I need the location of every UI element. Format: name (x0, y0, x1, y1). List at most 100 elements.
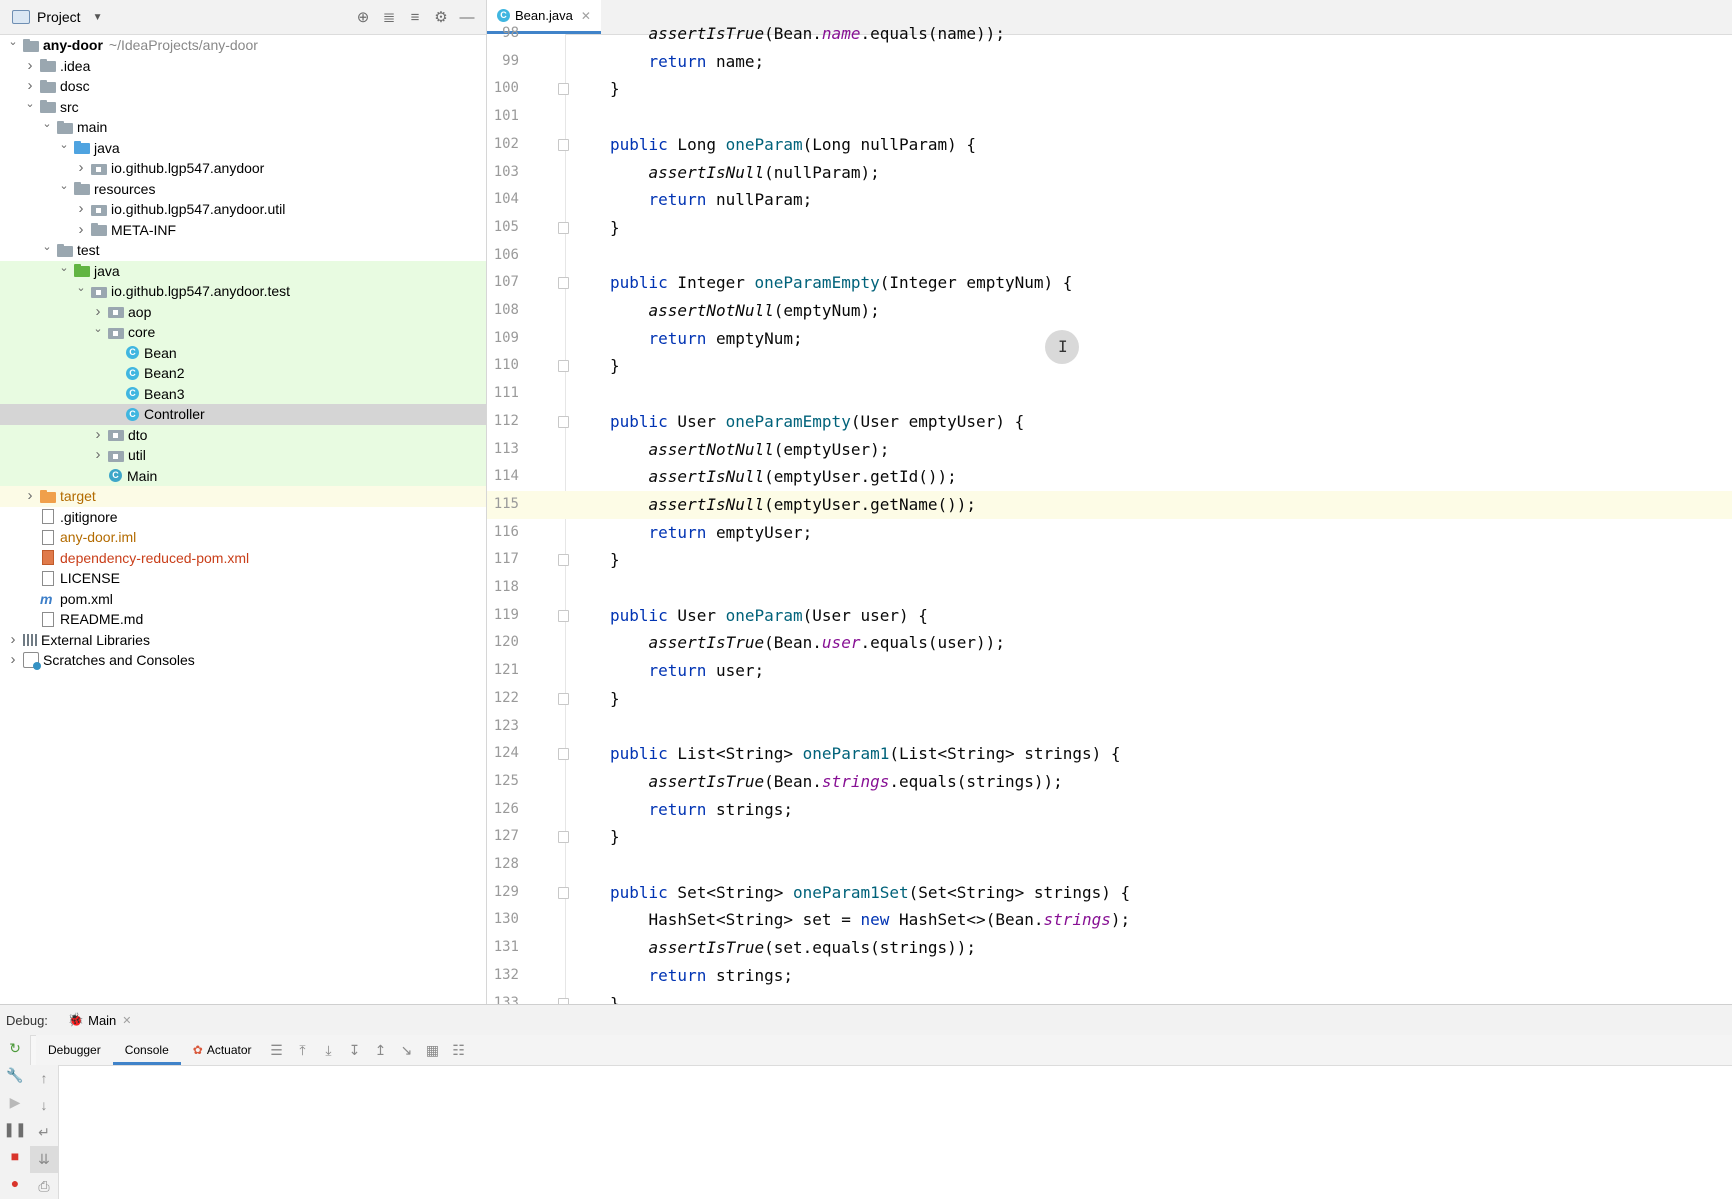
tree-item[interactable]: › External Libraries (0, 630, 486, 651)
close-icon[interactable]: ✕ (122, 1014, 131, 1027)
code-line[interactable]: 108 assertNotNull(emptyNum); (487, 297, 1732, 325)
code-line[interactable]: 131 assertIsTrue(set.equals(strings)); (487, 934, 1732, 962)
code-line[interactable]: 101 (487, 103, 1732, 131)
step-out-icon[interactable]: ↥ (368, 1042, 394, 1059)
fold-marker-icon[interactable] (558, 138, 569, 151)
fold-marker-icon[interactable] (558, 415, 569, 428)
code-line[interactable]: 102 public Long oneParam(Long nullParam) … (487, 131, 1732, 159)
code-line[interactable]: 109 return emptyNum; (487, 325, 1732, 353)
chevron-down-icon[interactable]: ⌄ (23, 94, 37, 115)
code-line[interactable]: 110} (487, 352, 1732, 380)
code-line[interactable]: 98 assertIsTrue(Bean.name.equals(name)); (487, 20, 1732, 48)
fold-marker-icon[interactable] (558, 221, 569, 234)
code-line[interactable]: 122} (487, 685, 1732, 713)
code-line[interactable]: 123 (487, 713, 1732, 741)
tree-item[interactable]: any-door.iml (0, 527, 486, 548)
run-to-cursor-icon[interactable]: ↘ (394, 1042, 420, 1059)
tree-item[interactable]: m pom.xml (0, 589, 486, 610)
code-line[interactable]: 120 assertIsTrue(Bean.user.equals(user))… (487, 629, 1732, 657)
fold-marker-icon[interactable] (558, 554, 569, 567)
code-line[interactable]: 118 (487, 574, 1732, 602)
tree-item[interactable]: › dosc (0, 76, 486, 97)
step-into-icon[interactable]: ↧ (342, 1042, 368, 1059)
evaluate-expression-icon[interactable]: ▦ (420, 1042, 446, 1059)
tree-item[interactable]: ⌄ io.github.lgp547.anydoor.test (0, 281, 486, 302)
tree-item[interactable]: › io.github.lgp547.anydoor (0, 158, 486, 179)
tree-item[interactable]: › target (0, 486, 486, 507)
chevron-down-icon[interactable]: ⌄ (57, 176, 71, 197)
tree-item[interactable]: ⌄ core (0, 322, 486, 343)
chevron-right-icon[interactable]: › (23, 486, 37, 507)
chevron-down-icon[interactable]: ⌄ (57, 135, 71, 156)
breakpoints-icon[interactable]: ● (0, 1170, 30, 1197)
project-view-selector[interactable]: Project ▼ (12, 9, 102, 25)
menu-icon[interactable]: ☰ (264, 1042, 290, 1059)
code-line[interactable]: 126 return strings; (487, 796, 1732, 824)
code-line[interactable]: 125 assertIsTrue(Bean.strings.equals(str… (487, 768, 1732, 796)
code-line[interactable]: 105} (487, 214, 1732, 242)
code-line[interactable]: 115 assertIsNull(emptyUser.getName()); (487, 490, 1732, 519)
scroll-to-end-icon[interactable]: ⇊ (30, 1146, 58, 1173)
fold-marker-icon[interactable] (558, 748, 569, 761)
fold-marker-icon[interactable] (558, 692, 569, 705)
code-line[interactable]: 116 return emptyUser; (487, 519, 1732, 547)
code-line[interactable]: 114 assertIsNull(emptyUser.getId()); (487, 463, 1732, 491)
code-line[interactable]: 132 return strings; (487, 962, 1732, 990)
tree-item[interactable]: ⌄ main (0, 117, 486, 138)
code-area[interactable]: 98 assertIsTrue(Bean.name.equals(name));… (487, 24, 1732, 1004)
tree-item[interactable]: README.md (0, 609, 486, 630)
code-line[interactable]: 119 public User oneParam(User user) { (487, 602, 1732, 630)
tree-item[interactable]: C Bean2 (0, 363, 486, 384)
tree-item[interactable]: › aop (0, 301, 486, 322)
fold-marker-icon[interactable] (558, 83, 569, 96)
fold-marker-icon[interactable] (558, 831, 569, 844)
up-arrow-icon[interactable]: ↑ (30, 1065, 58, 1092)
tree-item[interactable]: ⌄ java (0, 258, 486, 281)
tree-item[interactable]: › META-INF (0, 220, 486, 241)
tree-item[interactable]: › .idea (0, 56, 486, 77)
tree-item[interactable]: ⌄ resources (0, 179, 486, 200)
print-icon[interactable]: ⎙ (30, 1173, 58, 1200)
tab-actuator[interactable]: ✿ Actuator (181, 1035, 264, 1065)
rerun-icon[interactable]: ↻ (0, 1035, 30, 1062)
fold-marker-icon[interactable] (558, 277, 569, 290)
console-output[interactable] (59, 1066, 1732, 1199)
chevron-right-icon[interactable]: › (91, 445, 105, 466)
code-line[interactable]: 106 (487, 242, 1732, 270)
tab-debugger[interactable]: Debugger (36, 1035, 113, 1065)
code-line[interactable]: 121 return user; (487, 657, 1732, 685)
chevron-down-icon[interactable]: ⌄ (57, 258, 71, 279)
code-line[interactable]: 129 public Set<String> oneParam1Set(Set<S… (487, 879, 1732, 907)
tree-item[interactable]: LICENSE (0, 568, 486, 589)
code-line[interactable]: 99 return name; (487, 48, 1732, 76)
code-line[interactable]: 107 public Integer oneParamEmpty(Integer … (487, 269, 1732, 297)
code-line[interactable]: 113 assertNotNull(emptyUser); (487, 436, 1732, 464)
expand-all-icon[interactable]: ≣ (376, 8, 402, 26)
show-execution-point-icon[interactable]: ⤒ (290, 1042, 316, 1059)
tree-item[interactable]: .gitignore (0, 507, 486, 528)
chevron-right-icon[interactable]: › (74, 220, 88, 241)
fold-marker-icon[interactable] (558, 886, 569, 899)
chevron-right-icon[interactable]: › (6, 630, 20, 651)
code-line[interactable]: 127} (487, 823, 1732, 851)
debug-session-tab[interactable]: 🐞 Main ✕ (68, 1012, 132, 1028)
code-line[interactable]: 104 return nullParam; (487, 186, 1732, 214)
tree-item[interactable]: C Bean (0, 342, 486, 363)
chevron-down-icon[interactable]: ⌄ (40, 237, 54, 258)
chevron-right-icon[interactable]: › (74, 158, 88, 179)
collapse-all-icon[interactable]: ≡ (402, 9, 428, 26)
chevron-down-icon[interactable]: ⌄ (40, 114, 54, 135)
wrench-icon[interactable]: 🔧 (0, 1062, 30, 1089)
tree-item[interactable]: › Scratches and Consoles (0, 650, 486, 671)
chevron-right-icon[interactable]: › (74, 199, 88, 220)
tree-item[interactable]: C Main (0, 465, 486, 486)
soft-wrap-icon[interactable]: ↵ (30, 1119, 58, 1146)
resume-icon[interactable]: ▶ (0, 1089, 30, 1116)
trace-icon[interactable]: ☷ (446, 1042, 472, 1059)
tab-console[interactable]: Console (112, 1035, 181, 1065)
step-over-icon[interactable]: ⤓ (316, 1042, 342, 1059)
tree-item[interactable]: dependency-reduced-pom.xml (0, 548, 486, 569)
tree-item[interactable]: ⌄ any-door ~/IdeaProjects/any-door (0, 35, 486, 56)
fold-marker-icon[interactable] (558, 360, 569, 373)
tree-item[interactable]: C Bean3 (0, 383, 486, 404)
